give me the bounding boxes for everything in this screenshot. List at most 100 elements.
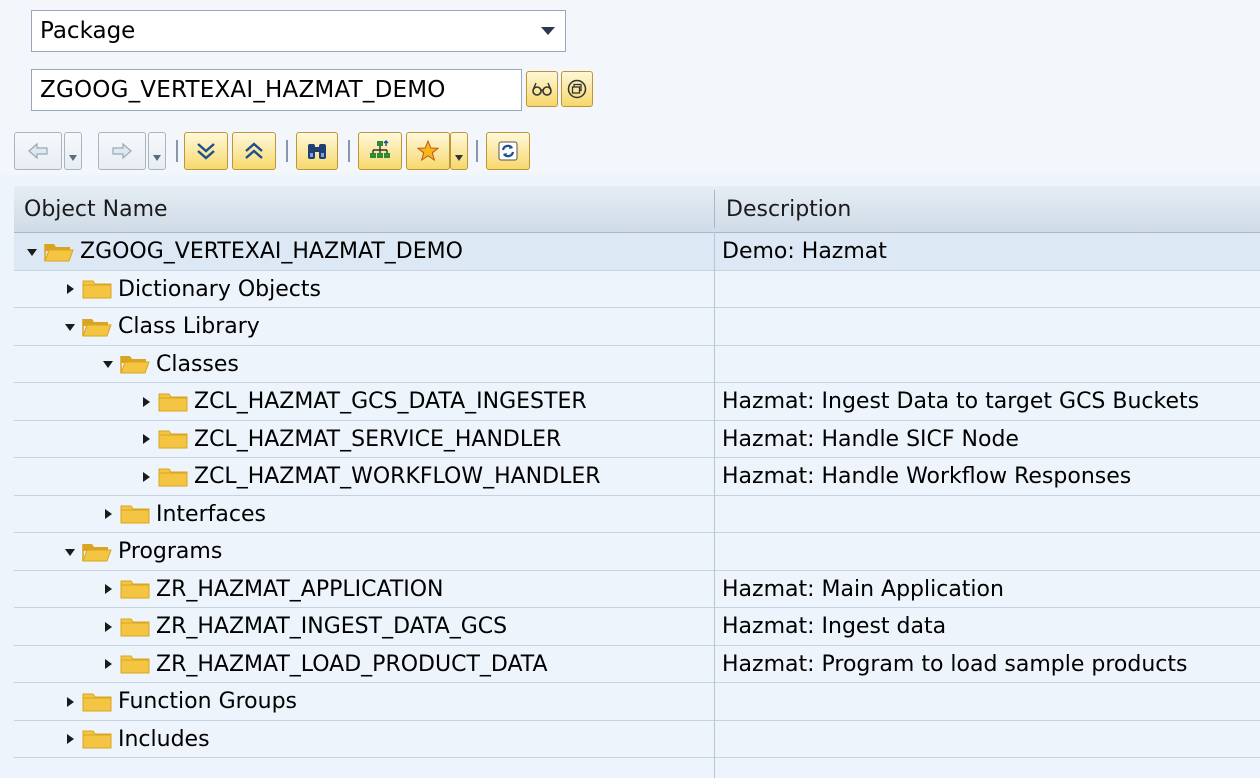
tree-row[interactable]: Class Library [14, 308, 1260, 345]
collapsed-triangle-icon[interactable] [140, 433, 152, 445]
tree-row[interactable]: ZGOOG_VERTEXAI_HAZMAT_DEMO Demo: Hazmat [14, 233, 1260, 270]
display-glasses-button[interactable] [526, 71, 558, 107]
tree-row[interactable]: Interfaces [14, 496, 1260, 533]
binoculars-icon [308, 144, 326, 159]
tree-node-description: Hazmat: Main Application [722, 576, 1004, 602]
object-tree: Object Name Description ZGOOG_VERTEXAI_H… [14, 186, 1260, 778]
tree-node-label: Classes [156, 351, 239, 377]
tree-row[interactable]: Programs [14, 533, 1260, 570]
folder-icon [158, 391, 188, 413]
chevron-down-icon[interactable] [531, 11, 565, 51]
other-object-icon [567, 79, 587, 99]
tree-node[interactable]: ZCL_HAZMAT_SERVICE_HANDLER [140, 421, 561, 458]
expanded-triangle-icon[interactable] [102, 358, 114, 370]
collapsed-triangle-icon[interactable] [140, 396, 152, 408]
tree-node[interactable]: ZGOOG_VERTEXAI_HAZMAT_DEMO [26, 233, 463, 270]
forward-button[interactable] [98, 132, 146, 170]
object-type-dropdown[interactable]: Package [31, 10, 566, 52]
object-navigator-panel: Package ZGOOG_VERTEXAI_HAZMAT_DEMO Objec… [0, 0, 1260, 778]
tree-node[interactable]: Interfaces [102, 496, 266, 533]
hierarchy-icon [370, 140, 390, 158]
tree-node-label: Programs [118, 539, 223, 564]
tree-node-label: ZR_HAZMAT_INGEST_DATA_GCS [156, 614, 508, 639]
refresh-icon [498, 141, 518, 161]
tree-node-label: Interfaces [156, 501, 266, 527]
hierarchy-button[interactable] [358, 132, 402, 170]
find-button[interactable] [296, 132, 338, 170]
tree-row[interactable]: ZR_HAZMAT_INGEST_DATA_GCS Hazmat: Ingest … [14, 608, 1260, 645]
tree-node-label: Function Groups [118, 689, 298, 714]
collapsed-triangle-icon[interactable] [102, 583, 114, 595]
collapsed-triangle-icon[interactable] [64, 283, 76, 295]
expand-all-icon [197, 143, 215, 160]
tree-row[interactable]: Dictionary Objects [14, 271, 1260, 308]
arrow-right-icon [112, 142, 132, 160]
tree-node[interactable]: Programs [64, 533, 222, 570]
folder-icon [158, 466, 188, 488]
collapsed-triangle-icon[interactable] [140, 471, 152, 483]
arrow-left-icon [28, 142, 48, 160]
folder-icon [120, 578, 150, 600]
navigator-toolbar [14, 132, 714, 172]
open-folder-icon [82, 316, 112, 338]
expand-all-button[interactable] [184, 132, 228, 170]
toolbar-separator [348, 140, 350, 162]
folder-icon [120, 503, 150, 525]
back-history-dropdown[interactable] [64, 132, 82, 170]
column-divider[interactable] [714, 190, 715, 228]
favorites-dropdown[interactable] [450, 132, 468, 170]
tree-node-label: Class Library [118, 314, 260, 339]
column-header-object-name[interactable]: Object Name [24, 186, 168, 232]
tree-node[interactable]: Function Groups [64, 683, 297, 720]
tree-node[interactable]: ZCL_HAZMAT_WORKFLOW_HANDLER [140, 458, 601, 495]
favorites-button[interactable] [406, 132, 450, 170]
tree-node-label: ZCL_HAZMAT_WORKFLOW_HANDLER [194, 464, 601, 489]
caret-down-icon [153, 155, 161, 161]
folder-icon [82, 691, 112, 713]
tree-node-label: Includes [118, 726, 210, 752]
row-gridline [14, 757, 1260, 758]
collapsed-triangle-icon[interactable] [64, 696, 76, 708]
collapsed-triangle-icon[interactable] [102, 621, 114, 633]
tree-row[interactable]: ZCL_HAZMAT_WORKFLOW_HANDLER Hazmat: Handl… [14, 458, 1260, 495]
tree-row[interactable]: ZR_HAZMAT_LOAD_PRODUCT_DATA Hazmat: Progr… [14, 646, 1260, 683]
tree-node[interactable]: ZR_HAZMAT_INGEST_DATA_GCS [102, 608, 507, 645]
refresh-button[interactable] [486, 132, 530, 170]
column-gridline [714, 232, 715, 778]
tree-node-description: Hazmat: Program to load sample products [722, 651, 1188, 677]
folder-icon [120, 616, 150, 638]
tree-row[interactable]: Classes [14, 346, 1260, 383]
expanded-triangle-icon[interactable] [64, 321, 76, 333]
tree-node[interactable]: Dictionary Objects [64, 271, 321, 308]
forward-history-dropdown[interactable] [148, 132, 166, 170]
collapse-all-button[interactable] [232, 132, 276, 170]
tree-node[interactable]: ZCL_HAZMAT_GCS_DATA_INGESTER [140, 383, 587, 420]
tree-node-label: Dictionary Objects [118, 276, 321, 302]
column-header-description[interactable]: Description [726, 186, 851, 232]
tree-row[interactable]: ZCL_HAZMAT_SERVICE_HANDLER Hazmat: Handle… [14, 421, 1260, 458]
star-icon [416, 139, 440, 162]
tree-node[interactable]: Class Library [64, 308, 260, 345]
collapsed-triangle-icon[interactable] [102, 508, 114, 520]
tree-node-description: Hazmat: Ingest data [722, 614, 947, 639]
tree-header: Object Name Description [14, 186, 1260, 233]
folder-icon [120, 653, 150, 675]
expanded-triangle-icon[interactable] [26, 246, 38, 258]
tree-row[interactable]: Function Groups [14, 683, 1260, 720]
tree-node[interactable]: ZR_HAZMAT_APPLICATION [102, 571, 444, 608]
tree-node[interactable]: ZR_HAZMAT_LOAD_PRODUCT_DATA [102, 646, 548, 683]
tree-node[interactable]: Includes [64, 721, 210, 758]
collapsed-triangle-icon[interactable] [64, 733, 76, 745]
tree-row[interactable]: ZCL_HAZMAT_GCS_DATA_INGESTER Hazmat: Inge… [14, 383, 1260, 420]
package-name-field[interactable]: ZGOOG_VERTEXAI_HAZMAT_DEMO [31, 69, 522, 111]
other-object-button[interactable] [561, 71, 593, 107]
tree-row[interactable]: Includes [14, 721, 1260, 758]
caret-down-icon [69, 155, 77, 161]
collapsed-triangle-icon[interactable] [102, 658, 114, 670]
tree-node-description: Hazmat: Handle Workflow Responses [722, 464, 1132, 489]
back-button[interactable] [14, 132, 62, 170]
tree-row[interactable]: ZR_HAZMAT_APPLICATION Hazmat: Main Applic… [14, 571, 1260, 608]
tree-node[interactable]: Classes [102, 346, 239, 383]
expanded-triangle-icon[interactable] [64, 546, 76, 558]
tree-node-label: ZGOOG_VERTEXAI_HAZMAT_DEMO [80, 239, 463, 264]
